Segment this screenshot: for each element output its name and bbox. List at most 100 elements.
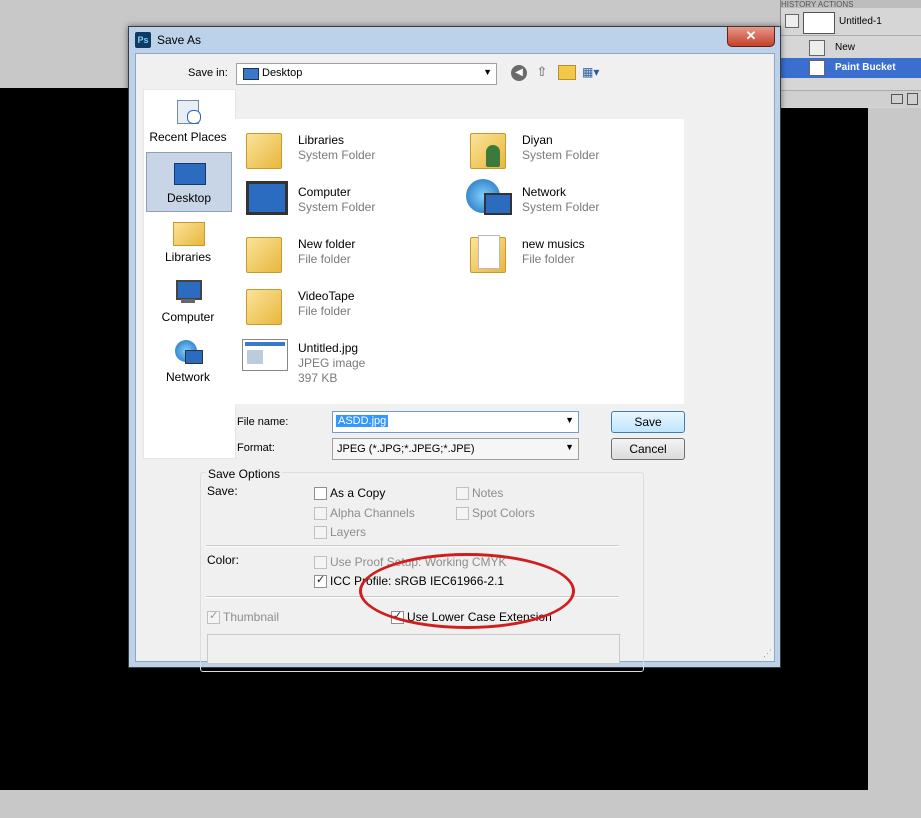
cancel-button[interactable]: Cancel [611, 438, 685, 460]
place-label: Desktop [166, 191, 212, 205]
file-name-label: File name: [237, 416, 289, 428]
options-divider [206, 545, 619, 547]
dialog-titlebar[interactable]: Ps Save As ✕ [129, 27, 780, 53]
list-item[interactable]: Diyan System Folder [464, 123, 674, 171]
file-type: JPEG image [298, 356, 366, 370]
checkbox-box[interactable] [456, 487, 469, 500]
recent-places-icon [173, 98, 203, 126]
new-folder-icon[interactable] [558, 65, 576, 80]
file-list[interactable]: Libraries System Folder Diyan System Fol… [234, 119, 684, 404]
photoshop-icon: Ps [135, 32, 151, 48]
history-item-label: Paint Bucket [835, 62, 896, 73]
checkbox-label: Notes [472, 486, 504, 500]
file-name: Untitled.jpg [298, 341, 359, 355]
save-label: Save: [207, 484, 238, 498]
checkbox-box[interactable] [314, 507, 327, 520]
file-name-input[interactable]: ASDD.jpg ▼ [332, 411, 579, 433]
file-type: System Folder [298, 148, 376, 162]
checkbox-box[interactable] [456, 507, 469, 520]
resize-grip-icon[interactable]: ⋰ [763, 648, 772, 659]
place-label: Libraries [164, 250, 212, 264]
desktop-icon [174, 159, 206, 187]
list-item[interactable]: New folder File folder [240, 227, 450, 275]
history-item-paint-bucket[interactable]: Paint Bucket [781, 58, 921, 78]
list-item[interactable]: Computer System Folder [240, 175, 450, 223]
list-item[interactable]: Libraries System Folder [240, 123, 450, 171]
file-type: File folder [522, 252, 575, 266]
document-icon [809, 40, 825, 56]
history-panel: HISTORY ACTIONS Untitled-1 New Paint Buc… [780, 0, 921, 108]
save-in-value: Desktop [262, 67, 303, 79]
save-in-label: Save in: [188, 67, 228, 79]
checkbox-box[interactable] [314, 487, 327, 500]
folder-icon [246, 237, 282, 273]
view-menu-icon[interactable]: ▦▾ [582, 65, 604, 79]
format-dropdown[interactable]: JPEG (*.JPG;*.JPEG;*.JPE) ▼ [332, 438, 579, 460]
checkbox-label: Spot Colors [472, 506, 535, 520]
checkbox-label: Thumbnail [223, 610, 280, 624]
list-item[interactable]: Untitled.jpg JPEG image 397 KB [240, 331, 450, 397]
chevron-down-icon: ▼ [483, 67, 492, 77]
file-size: 397 KB [298, 371, 338, 385]
history-item-new[interactable]: New [781, 38, 921, 58]
computer-icon [173, 278, 203, 306]
history-snapshot[interactable]: Untitled-1 [781, 9, 921, 36]
file-type: System Folder [522, 200, 600, 214]
new-snapshot-icon[interactable] [891, 94, 903, 104]
color-label: Color: [207, 553, 240, 567]
save-button[interactable]: Save [611, 411, 685, 433]
checkbox-box[interactable] [314, 556, 327, 569]
snapshot-thumbnail [803, 12, 835, 34]
trash-icon[interactable] [907, 93, 918, 105]
computer-icon [246, 181, 288, 215]
file-name-value: ASDD.jpg [336, 415, 389, 427]
place-label: Network [165, 370, 210, 384]
up-folder-icon[interactable]: ⇧ [534, 64, 550, 80]
save-options-title: Save Options [206, 467, 283, 481]
checkbox-box[interactable] [314, 573, 327, 588]
image-thumbnail-icon [242, 339, 288, 371]
places-bar: Recent Places Desktop Libraries Computer… [143, 89, 236, 459]
list-item[interactable]: new musics File folder [464, 227, 674, 275]
annotation-ellipse [359, 553, 575, 629]
place-desktop[interactable]: Desktop [146, 152, 232, 212]
place-recent-places[interactable]: Recent Places [146, 92, 230, 150]
place-label: Computer [161, 310, 215, 324]
file-name: VideoTape [298, 289, 355, 303]
file-name: Libraries [298, 133, 345, 147]
checkbox-box[interactable] [314, 526, 327, 539]
folder-icon [246, 289, 282, 325]
file-name: Diyan [522, 133, 553, 147]
checkbox-box[interactable] [207, 609, 220, 624]
file-type: System Folder [298, 200, 376, 214]
save-in-dropdown[interactable]: Desktop ▼ [236, 63, 497, 85]
workspace-bottom [0, 790, 921, 818]
place-network[interactable]: Network [146, 332, 230, 390]
file-name: Network [522, 185, 567, 199]
list-item[interactable]: VideoTape File folder [240, 279, 450, 327]
description-box [207, 634, 620, 664]
place-computer[interactable]: Computer [146, 272, 230, 330]
checkbox-label: Alpha Channels [330, 506, 415, 520]
place-label: Recent Places [149, 130, 227, 144]
file-name: new musics [522, 237, 585, 251]
desktop-icon [243, 68, 259, 80]
file-type: System Folder [522, 148, 600, 162]
list-item[interactable]: Network System Folder [464, 175, 674, 223]
format-value: JPEG (*.JPG;*.JPEG;*.JPE) [337, 443, 475, 455]
history-tabs[interactable]: HISTORY ACTIONS [781, 0, 921, 8]
back-icon[interactable]: ◀ [511, 65, 527, 81]
snapshot-brush-icon[interactable] [785, 14, 799, 28]
close-button[interactable]: ✕ [727, 27, 775, 47]
dialog-title: Save As [157, 33, 202, 47]
file-name: New folder [298, 237, 356, 251]
history-item-label: New [835, 42, 856, 53]
file-type: File folder [298, 304, 351, 318]
libraries-icon [173, 218, 205, 246]
place-libraries[interactable]: Libraries [146, 212, 230, 270]
workspace-background [868, 108, 921, 790]
checkbox-label: Layers [330, 525, 367, 539]
snapshot-label: Untitled-1 [839, 16, 882, 27]
chevron-down-icon[interactable]: ▼ [565, 415, 574, 425]
history-panel-footer [781, 90, 921, 107]
